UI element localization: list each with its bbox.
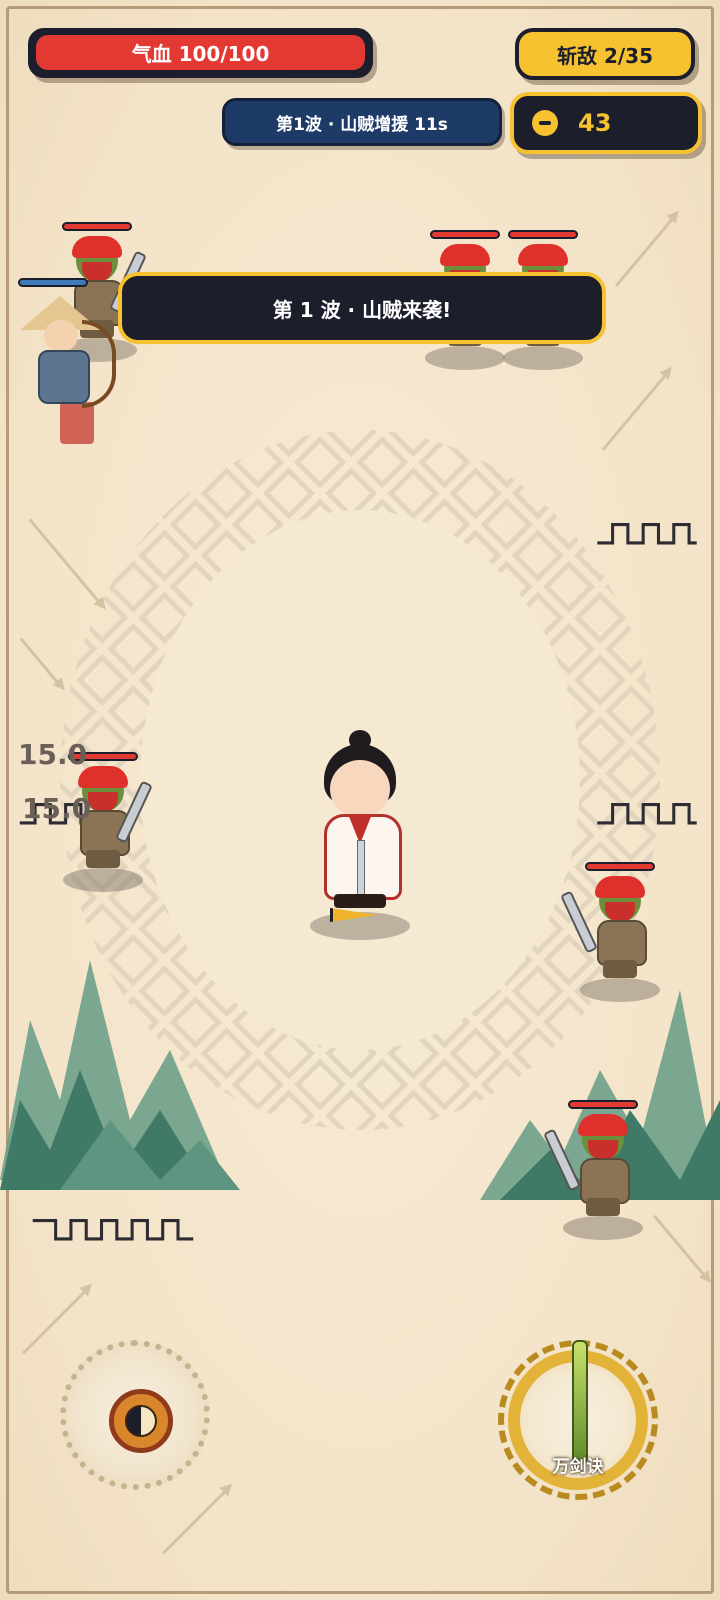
player-hero[interactable] bbox=[310, 730, 410, 940]
archer-face bbox=[44, 320, 78, 352]
enemy-legs bbox=[86, 850, 120, 868]
damage-number: 15.0 bbox=[22, 792, 92, 825]
yin-yang-icon bbox=[125, 1405, 157, 1437]
red-bandana bbox=[72, 236, 122, 258]
enemy-shadow bbox=[425, 346, 505, 370]
wave-timer: 第1波 · 山贼增援 11s bbox=[222, 98, 502, 146]
skill-label: 万剑诀 bbox=[552, 1457, 604, 1477]
wave-banner: 第 1 波 · 山贼来袭! bbox=[118, 272, 606, 344]
wall-segment-right-mid bbox=[597, 803, 697, 825]
enemy-health-bar bbox=[585, 862, 655, 871]
enemy-health-bar bbox=[430, 230, 500, 239]
red-bandana bbox=[518, 244, 568, 266]
sword-icon bbox=[357, 840, 365, 898]
wall-segment-right-top bbox=[597, 523, 697, 545]
enemy-shadow bbox=[503, 346, 583, 370]
health-label: 气血 100/100 bbox=[131, 42, 270, 66]
bagua-icon bbox=[109, 1389, 173, 1453]
arrow-decoration bbox=[22, 1288, 88, 1355]
archer-enemy[interactable] bbox=[12, 278, 116, 440]
health-bar: 气血 100/100 bbox=[28, 28, 373, 78]
bandit-enemy[interactable] bbox=[560, 862, 665, 1002]
arrow-decoration bbox=[653, 1214, 707, 1279]
enemy-legs bbox=[603, 960, 637, 978]
coin-icon bbox=[532, 110, 558, 136]
game-stage[interactable]: 15.0 15.0 气血 100/100 斩敌 2/35 第1波 · 山贼增援 … bbox=[0, 0, 720, 1600]
enemy-shadow bbox=[580, 978, 660, 1002]
enemy-shadow bbox=[63, 868, 143, 892]
red-bandana bbox=[578, 1114, 628, 1136]
hero-feet bbox=[334, 894, 386, 908]
red-bandana bbox=[440, 244, 490, 266]
sword-skill-button[interactable]: 万剑诀 bbox=[498, 1340, 658, 1500]
arrow-decoration bbox=[162, 1488, 228, 1555]
enemy-shadow bbox=[563, 1216, 643, 1240]
health-bar-fill: 气血 100/100 bbox=[36, 35, 365, 70]
kill-counter-label: 斩敌 2/35 bbox=[556, 43, 653, 68]
bow-icon bbox=[82, 320, 116, 408]
damage-number: 15.0 bbox=[18, 738, 88, 771]
wave-banner-text: 第 1 波 · 山贼来袭! bbox=[272, 297, 452, 322]
coin-count: 43 bbox=[578, 109, 612, 137]
red-bandana bbox=[595, 876, 645, 898]
hero-face bbox=[330, 760, 390, 818]
enemy-health-bar bbox=[62, 222, 132, 231]
enemy-health-bar bbox=[508, 230, 578, 239]
enemy-health-bar bbox=[568, 1100, 638, 1109]
wave-timer-label: 第1波 · 山贼增援 11s bbox=[276, 114, 448, 135]
jade-sword-icon bbox=[572, 1340, 588, 1464]
kill-counter: 斩敌 2/35 bbox=[515, 28, 695, 80]
bandit-enemy[interactable] bbox=[543, 1100, 648, 1240]
wall-segment-left-bottom bbox=[32, 1219, 194, 1241]
mountains-left bbox=[0, 960, 240, 1190]
coin-counter: 43 bbox=[510, 92, 702, 154]
arrow-decoration bbox=[614, 216, 676, 287]
enemy-legs bbox=[586, 1198, 620, 1216]
bagua-skill-button[interactable] bbox=[60, 1340, 210, 1490]
archer-health-bar bbox=[18, 278, 88, 287]
